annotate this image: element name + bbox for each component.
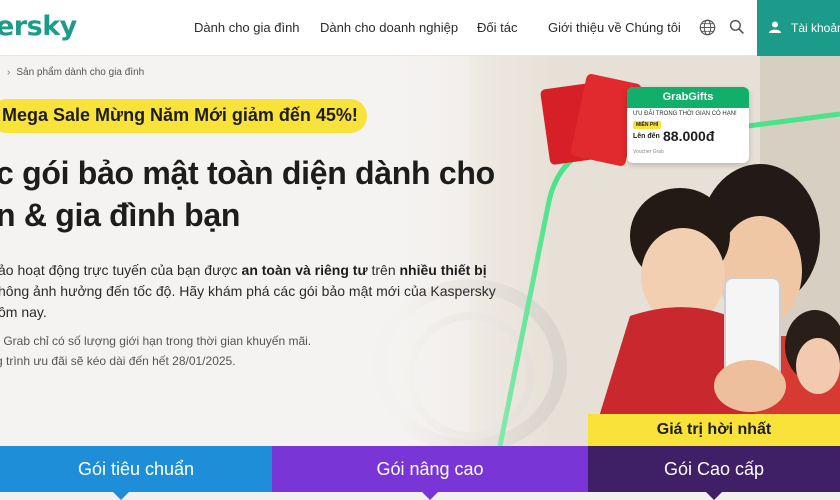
- page-title-line-1: c gói bảo mật toàn diện dành cho: [0, 155, 495, 191]
- description-emphasis: an toàn và riêng tư: [241, 262, 368, 278]
- tab-standard-plan[interactable]: Gói tiêu chuẩn: [0, 446, 272, 500]
- tab-label: Gói Cao cấp: [663, 459, 765, 479]
- breadcrumb: › Sản phẩm dành cho gia đình: [7, 67, 144, 78]
- account-button[interactable]: Tài khoản: [757, 0, 840, 56]
- kaspersky-logo[interactable]: ersky: [0, 11, 77, 42]
- plan-tabs: Gói tiêu chuẩn Gói nâng cao Gói Cao cấp: [0, 446, 840, 500]
- grab-card-subtitle: ƯU ĐÃI TRONG THỜI GIAN CÓ HẠN!: [633, 111, 737, 117]
- globe-icon[interactable]: [699, 19, 716, 36]
- caret-down-icon: [111, 491, 130, 500]
- page-title-line-2: n & gia đình bạn: [0, 197, 241, 233]
- nav-link-business[interactable]: Dành cho doanh nghiệp: [320, 20, 458, 35]
- grab-gift-card: GrabGifts ƯU ĐÃI TRONG THỜI GIAN CÓ HẠN!…: [627, 87, 749, 163]
- nav-link-partners[interactable]: Đối tác: [477, 20, 517, 35]
- grab-free-badge: MIỄN PHÍ: [633, 121, 662, 129]
- tab-advanced-plan[interactable]: Gói nâng cao: [272, 446, 588, 500]
- grab-upto-label: Lên đến: [633, 133, 660, 140]
- grab-fine-print: Voucher Grab: [633, 149, 664, 155]
- hero-banner: GrabGifts ƯU ĐÃI TRONG THỜI GIAN CÓ HẠN!…: [0, 56, 840, 446]
- chevron-right-icon: ›: [7, 67, 11, 78]
- caret-down-icon: [421, 491, 439, 500]
- promo-note-2: g trình ưu đãi sẽ kéo dài đến hết 28/01/…: [0, 354, 236, 368]
- breadcrumb-item[interactable]: Sản phẩm dành cho gia đình: [16, 67, 144, 78]
- search-icon[interactable]: [729, 19, 745, 35]
- tab-premium-plan[interactable]: Gói Cao cấp: [588, 446, 840, 500]
- user-icon: [769, 21, 781, 33]
- description-emphasis: nhiều thiết bị: [399, 262, 487, 278]
- best-value-badge: Giá trị hời nhất: [588, 414, 840, 446]
- description-text: trên: [367, 262, 400, 278]
- promo-note-1: r Grab chỉ có số lượng giới hạn trong th…: [0, 334, 312, 348]
- account-label: Tài khoản: [791, 21, 840, 35]
- top-navigation: ersky Dành cho gia đình Dành cho doanh n…: [0, 0, 840, 56]
- nav-link-about[interactable]: Giới thiệu về Chúng tôi: [548, 20, 681, 35]
- hero-description: ảo hoạt động trực tuyến của bạn được an …: [0, 260, 538, 323]
- description-line-1: ảo hoạt động trực tuyến của bạn được an …: [0, 260, 538, 281]
- grab-card-title: GrabGifts: [627, 87, 749, 108]
- grab-amount: 88.000đ: [663, 128, 715, 144]
- tab-label: Gói tiêu chuẩn: [77, 459, 195, 479]
- caret-down-icon: [705, 491, 723, 500]
- logo-text: ersky: [0, 11, 77, 42]
- promo-badge: Mega Sale Mừng Năm Mới giảm đến 45%!: [0, 99, 367, 133]
- nav-link-home[interactable]: Dành cho gia đình: [194, 20, 300, 35]
- description-line-2: hông ảnh hưởng đến tốc độ. Hãy khám phá …: [0, 283, 496, 299]
- tab-label: Gói nâng cao: [376, 459, 484, 479]
- description-line-3: ôm nay.: [0, 304, 47, 320]
- page-title: c gói bảo mật toàn diện dành cho n & gia…: [0, 152, 556, 236]
- description-text: ảo hoạt động trực tuyến của bạn được: [0, 262, 242, 278]
